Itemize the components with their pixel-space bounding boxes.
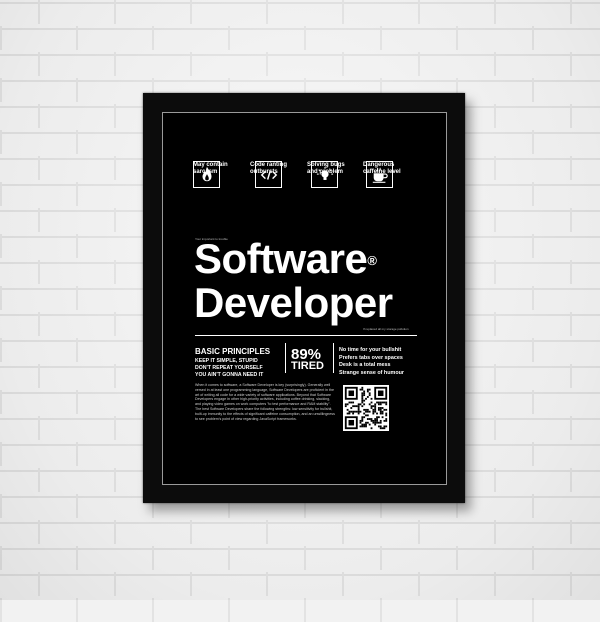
registered-mark: ® <box>367 253 377 268</box>
divider-vertical-2 <box>333 343 334 373</box>
poster-title: Software® Developer <box>194 237 393 325</box>
principle-item: KEEP IT SIMPLE, STUPID <box>195 358 258 364</box>
icon-caption-3: Solving bugs and problem <box>307 162 345 175</box>
description-paragraph: When it comes to software, a Software De… <box>195 383 335 421</box>
small-side-note: If replaced all my storage pollution <box>363 327 409 331</box>
fact-item: Prefers tabs over spaces <box>339 354 403 361</box>
basic-principles-list: KEEP IT SIMPLE, STUPID DON'T REPEAT YOUR… <box>195 358 263 379</box>
title-line-2: Developer <box>194 279 393 326</box>
fact-item: No time for your bullshit <box>339 347 402 353</box>
basic-principles-heading: BASIC PRINCIPLES <box>195 347 271 356</box>
poster: May contain sarcasm Code ranting outburs… <box>162 112 447 485</box>
divider <box>195 335 417 336</box>
principle-item: YOU AIN'T GONNA NEED IT <box>195 372 264 378</box>
divider-vertical-1 <box>285 343 286 373</box>
icon-caption-4: Dangerous caffeine level <box>363 162 401 175</box>
principle-item: DON'T REPEAT YOURSELF <box>195 365 263 371</box>
fact-item: Desk is a total mess <box>339 362 391 369</box>
tired-label: TIRED <box>291 360 324 372</box>
fact-item: Strange sense of humour <box>339 369 404 376</box>
title-line-1: Software <box>194 235 368 282</box>
facts-list: No time for your bullshit Prefers tabs o… <box>339 347 404 377</box>
icon-caption-1: May contain sarcasm <box>193 162 228 175</box>
qr-code <box>343 385 389 431</box>
icon-caption-2: Code ranting outbursts <box>250 162 287 175</box>
